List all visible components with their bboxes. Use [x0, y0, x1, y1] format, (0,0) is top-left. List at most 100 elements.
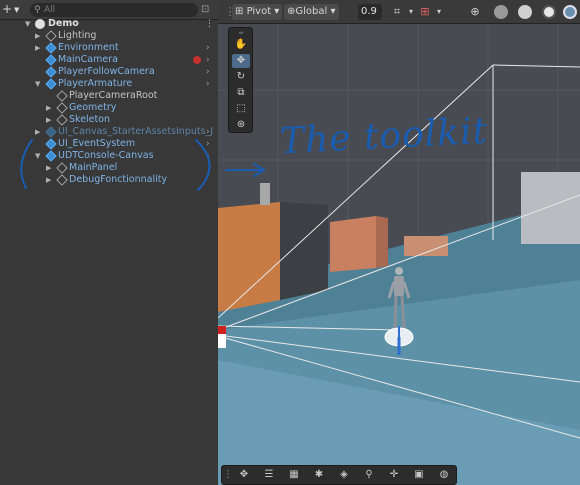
- hierarchy-item[interactable]: PlayerFollowCamera ›: [0, 66, 218, 78]
- drag-handle-icon[interactable]: ═: [232, 30, 250, 37]
- scale-tool-icon[interactable]: ⧉: [232, 86, 250, 100]
- chevron-right-icon[interactable]: ›: [206, 150, 210, 162]
- snap-value-input[interactable]: 0.9: [358, 4, 382, 20]
- camera-icon[interactable]: ▣: [409, 468, 429, 482]
- global-label: Global: [295, 6, 328, 17]
- scene-viewport[interactable]: [218, 0, 580, 485]
- unity-scene-icon: [35, 19, 45, 29]
- hierarchy-item[interactable]: ▶ Geometry: [0, 102, 218, 114]
- cube-side-dark: [280, 202, 328, 300]
- wireframe-shading-icon[interactable]: [494, 5, 508, 19]
- scene-row[interactable]: ▼ Demo ⋮: [0, 18, 218, 30]
- collapsed-arrow-icon[interactable]: ▶: [46, 174, 54, 186]
- hierarchy-item[interactable]: ▼ PlayerArmature ›: [0, 78, 218, 90]
- item-label: UI_Canvas_StarterAssetsInputs_J: [58, 126, 214, 137]
- move-icon[interactable]: ✥: [234, 468, 254, 482]
- item-label: Geometry: [69, 102, 117, 113]
- record-icon: [193, 56, 201, 64]
- gameobject-icon: [56, 90, 68, 102]
- rect-tool-icon[interactable]: ⬚: [232, 102, 250, 116]
- gameobject-icon: [56, 162, 68, 174]
- move-tool-icon[interactable]: ✥: [232, 54, 250, 68]
- chevron-right-icon[interactable]: ›: [206, 138, 210, 150]
- chevron-down-icon: ▼: [14, 6, 20, 14]
- collapsed-arrow-icon[interactable]: ▶: [46, 114, 54, 126]
- add-label: +: [2, 2, 13, 16]
- compass-icon[interactable]: ◍: [434, 468, 454, 482]
- prefab-icon: [45, 78, 57, 90]
- scene-toolbar: ⋮ ⊞ Pivot ▾ ⊕Global ▾ 0.9 ⌗ ▾ ⊞ ▾ ⊕: [218, 0, 580, 24]
- crosshair-icon[interactable]: ⊕: [466, 4, 484, 20]
- hierarchy-item[interactable]: PlayerCameraRoot: [0, 90, 218, 102]
- hierarchy-item[interactable]: ▶ Lighting: [0, 30, 218, 42]
- collapsed-arrow-icon[interactable]: ▶: [35, 30, 43, 42]
- hierarchy-item[interactable]: ▶ DebugFonctionnality: [0, 174, 218, 186]
- scene-view[interactable]: ⋮ ⊞ Pivot ▾ ⊕Global ▾ 0.9 ⌗ ▾ ⊞ ▾ ⊕ ═ ✋ …: [218, 0, 580, 485]
- collapsed-arrow-icon[interactable]: ▶: [35, 126, 43, 138]
- chevron-right-icon[interactable]: ›: [206, 42, 210, 54]
- grey-wall: [521, 172, 580, 244]
- bug-icon[interactable]: ✱: [309, 468, 329, 482]
- expand-arrow-icon[interactable]: ▼: [35, 150, 43, 162]
- item-label: PlayerArmature: [58, 78, 133, 89]
- expand-arrow-icon[interactable]: ▼: [35, 78, 43, 90]
- orange-cube: [218, 202, 280, 312]
- item-label: MainPanel: [69, 162, 118, 173]
- chevron-right-icon[interactable]: ›: [206, 78, 210, 90]
- pivot-icon: ⊞: [235, 6, 247, 17]
- search-icon: ⚲: [34, 5, 41, 15]
- hierarchy-item[interactable]: ▶ MainPanel: [0, 162, 218, 174]
- kebab-menu-icon[interactable]: ⋮: [205, 18, 214, 30]
- chevron-right-icon[interactable]: ›: [206, 66, 210, 78]
- hierarchy-item[interactable]: UI_EventSystem ›: [0, 138, 218, 150]
- transform-tool-icon[interactable]: ⊛: [232, 118, 250, 132]
- chevron-right-icon[interactable]: ›: [206, 126, 210, 138]
- prefab-icon: [45, 138, 57, 150]
- item-label: PlayerFollowCamera: [58, 66, 155, 77]
- expand-arrow-icon[interactable]: ▼: [25, 18, 33, 30]
- tools-overlay: ═ ✋ ✥ ↻ ⧉ ⬚ ⊛: [228, 27, 253, 133]
- gameobject-icon: [45, 30, 57, 42]
- chevron-down-icon: ▾: [327, 6, 336, 17]
- drag-handle-icon[interactable]: ⋮: [223, 468, 233, 482]
- lighting-toggle-icon[interactable]: [563, 5, 577, 19]
- rotate-tool-icon[interactable]: ↻: [232, 70, 250, 84]
- hand-tool-icon[interactable]: ✋: [232, 38, 250, 52]
- toolkit-overlay-bar: ⋮ ✥ ☰ ▦ ✱ ◈ ⚲ ✛ ▣ ◍: [221, 465, 457, 485]
- hierarchy-item[interactable]: ▶ Environment ›: [0, 42, 218, 54]
- eye-icon[interactable]: ◈: [334, 468, 354, 482]
- hierarchy-item[interactable]: ▶ UI_Canvas_StarterAssetsInputs_J ›: [0, 126, 218, 138]
- sliders-icon[interactable]: ☰: [259, 468, 279, 482]
- collapsed-arrow-icon[interactable]: ▶: [46, 102, 54, 114]
- hierarchy-item[interactable]: ▶ Skeleton: [0, 114, 218, 126]
- item-label: UDTConsole-Canvas: [58, 150, 154, 161]
- add-object-button[interactable]: + ▼: [2, 3, 24, 17]
- prefab-icon: [45, 66, 57, 78]
- hierarchy-item[interactable]: MainCamera ›: [0, 54, 218, 66]
- shaded-icon[interactable]: [518, 5, 532, 19]
- pivot-dropdown[interactable]: ⊞ Pivot ▾: [232, 4, 283, 20]
- collapsed-arrow-icon[interactable]: ▶: [46, 162, 54, 174]
- move-cross-icon[interactable]: ✛: [384, 468, 404, 482]
- item-label: Skeleton: [69, 114, 111, 125]
- chevron-down-icon[interactable]: ▾: [430, 4, 448, 20]
- collapsed-arrow-icon[interactable]: ▶: [35, 42, 43, 54]
- global-dropdown[interactable]: ⊕Global ▾: [284, 4, 339, 20]
- zoom-icon[interactable]: ⚲: [359, 468, 379, 482]
- prefab-icon: [45, 54, 57, 66]
- gameobject-icon: [56, 114, 68, 126]
- hierarchy-panel: + ▼ ⚲ All ⊡ ▼ Demo ⋮ ▶ Lighting ▶ Environ…: [0, 0, 218, 485]
- item-label: Lighting: [58, 30, 97, 41]
- gameobject-icon: [56, 174, 68, 186]
- chevron-down-icon: ▾: [271, 6, 280, 17]
- chevron-right-icon[interactable]: ›: [206, 54, 210, 66]
- far-block: [404, 236, 448, 256]
- grid-icon[interactable]: ▦: [284, 468, 304, 482]
- lock-icon[interactable]: ⊡: [201, 3, 214, 16]
- shaded-wireframe-icon[interactable]: [542, 5, 556, 19]
- search-placeholder: All: [44, 5, 56, 15]
- hierarchy-item[interactable]: ▼ UDTConsole-Canvas ›: [0, 150, 218, 162]
- chimney: [260, 183, 270, 205]
- hierarchy-search-input[interactable]: ⚲ All: [30, 3, 198, 17]
- orange-block-side: [376, 216, 388, 268]
